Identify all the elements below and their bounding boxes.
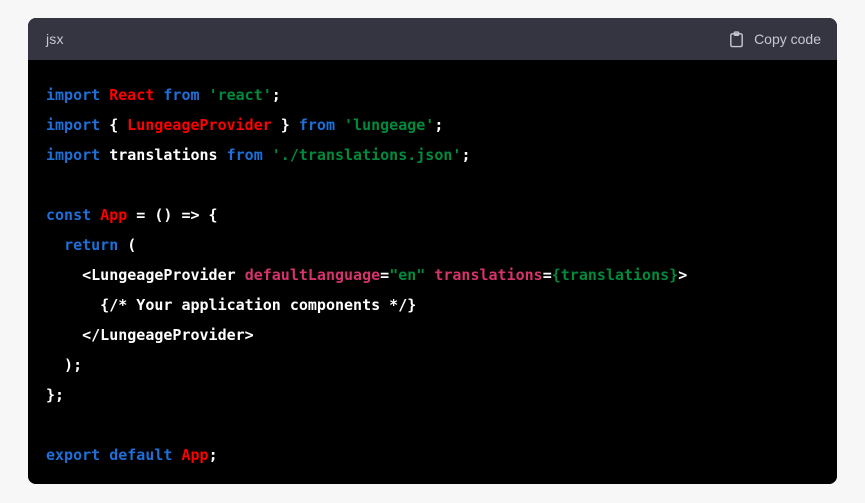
code-line: import { LungeageProvider } from 'lungea… xyxy=(46,116,443,134)
code-token: translations xyxy=(100,146,227,164)
code-token: from xyxy=(298,116,335,134)
source-code[interactable]: import React from 'react'; import { Lung… xyxy=(28,80,837,470)
code-token: > xyxy=(678,266,688,284)
code-token: ; xyxy=(208,446,218,464)
code-token: return xyxy=(64,236,119,254)
code-token: from xyxy=(163,86,200,104)
code-token: {/* Your application components */} xyxy=(46,296,417,314)
code-token: ( xyxy=(118,236,137,254)
code-line: }; xyxy=(46,386,64,404)
code-token: React xyxy=(109,86,155,104)
code-body: import React from 'react'; import { Lung… xyxy=(28,60,837,484)
clipboard-icon xyxy=(728,30,745,48)
code-line: import translations from './translations… xyxy=(46,146,470,164)
code-block-card: jsx Copy code import React from 'react';… xyxy=(28,18,837,484)
code-line: {/* Your application components */} xyxy=(46,296,416,314)
code-token: 'react' xyxy=(208,86,272,104)
code-token: = () => { xyxy=(127,206,218,224)
code-token: './translations.json' xyxy=(271,146,462,164)
code-token: const xyxy=(46,206,92,224)
code-token: </LungeageProvider> xyxy=(46,326,254,344)
code-token: "en" xyxy=(389,266,426,284)
code-token: ; xyxy=(461,146,471,164)
code-token: App xyxy=(181,446,209,464)
code-line: const App = () => { xyxy=(46,206,218,224)
code-token: { xyxy=(100,116,128,134)
code-token: export xyxy=(46,446,101,464)
code-token: }; xyxy=(46,386,65,404)
code-token: ); xyxy=(46,356,83,374)
code-token: = xyxy=(542,266,552,284)
code-token: import xyxy=(46,86,101,104)
code-token: 'lungeage' xyxy=(344,116,435,134)
code-block-header: jsx Copy code xyxy=(28,18,837,60)
code-line: export default App; xyxy=(46,446,218,464)
copy-code-button[interactable]: Copy code xyxy=(728,30,821,48)
code-token: LungeageProvider xyxy=(127,116,272,134)
code-line: </LungeageProvider> xyxy=(46,326,254,344)
code-token: defaultLanguage xyxy=(244,266,381,284)
code-token: translations xyxy=(434,266,543,284)
code-token: App xyxy=(100,206,128,224)
language-label: jsx xyxy=(46,31,64,47)
code-line: <LungeageProvider defaultLanguage="en" t… xyxy=(46,266,687,284)
code-token: ; xyxy=(434,116,444,134)
code-token: from xyxy=(226,146,263,164)
code-line: return ( xyxy=(46,236,136,254)
code-line: ); xyxy=(46,356,82,374)
code-token: <LungeageProvider xyxy=(46,266,245,284)
code-token: import xyxy=(46,116,101,134)
copy-code-label: Copy code xyxy=(754,31,821,47)
code-token: } xyxy=(271,116,299,134)
code-token: import xyxy=(46,146,101,164)
code-token: ; xyxy=(271,86,281,104)
code-token: default xyxy=(109,446,173,464)
code-line: import React from 'react'; xyxy=(46,86,281,104)
code-token: = xyxy=(380,266,390,284)
code-token: {translations} xyxy=(551,266,679,284)
